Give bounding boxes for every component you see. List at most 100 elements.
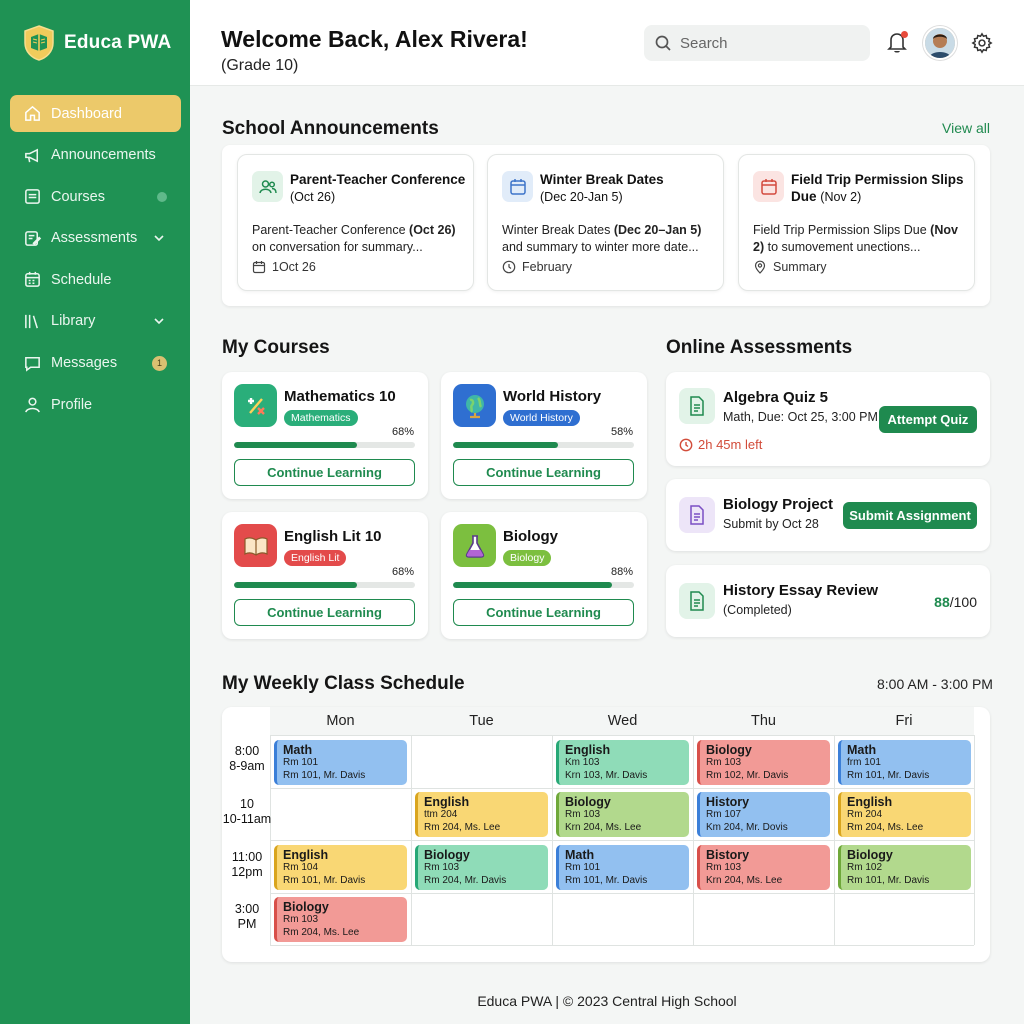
gear-icon[interactable] <box>971 32 993 54</box>
class-title: English <box>283 848 329 862</box>
day-header-wed: Wed <box>552 707 693 735</box>
course-card[interactable]: Mathematics 10 Mathematics 68% Continue … <box>222 372 428 499</box>
course-card[interactable]: World History World History 58% Continue… <box>441 372 647 499</box>
assessment-card[interactable]: Algebra Quiz 5 Math, Due: Oct 25, 3:00 P… <box>666 372 990 466</box>
class-block[interactable]: English ttm 204 Rm 204, Ms. Lee <box>415 792 548 837</box>
sidebar-item-dashboard[interactable]: Dashboard <box>10 95 181 132</box>
continue-learning-button[interactable]: Continue Learning <box>234 459 415 486</box>
announcement-card[interactable]: Field Trip Permission Slips Due (Nov 2) … <box>738 154 975 291</box>
class-block[interactable]: English Rm 104 Rm 101, Mr. Davis <box>274 845 407 890</box>
assessment-due: Math, Due: Oct 25, 3:00 PM <box>723 410 878 424</box>
announcement-body: Field Trip Permission Slips Due (Nov 2) … <box>753 223 958 254</box>
assessment-name: Biology Project <box>723 496 834 513</box>
class-block[interactable]: Biology Rm 103 Rm 204, Mr. Davis <box>415 845 548 890</box>
avatar[interactable] <box>923 26 957 60</box>
continue-learning-button[interactable]: Continue Learning <box>234 599 415 626</box>
progress-percent: 88% <box>610 566 633 578</box>
class-block[interactable]: Math frm 101 Rm 101, Mr. Davis <box>838 740 971 785</box>
class-title: English <box>424 795 470 809</box>
time-label: 11:00 12pm <box>231 850 263 879</box>
class-block[interactable]: English Rm 204 Rm 204, Ms. Lee <box>838 792 971 837</box>
app-name: Educa PWA <box>64 32 172 53</box>
search-input[interactable] <box>680 34 850 52</box>
class-room: Rm 103 <box>424 862 460 873</box>
search-box[interactable] <box>644 25 870 61</box>
shield-logo-icon <box>24 25 54 61</box>
class-title: Biology <box>847 848 893 862</box>
attempt-quiz-button[interactable]: Attempt Quiz <box>879 406 977 433</box>
assessment-name: Algebra Quiz 5 <box>723 389 829 406</box>
class-room: Rm 104 <box>283 862 319 873</box>
clock-icon <box>502 260 516 274</box>
sidebar-nav: Dashboard Announcements Courses Assessme… <box>10 95 181 428</box>
class-room: Rm 102 <box>847 862 883 873</box>
class-room: ttm 204 <box>424 809 458 820</box>
grade-label: (Grade 10) <box>221 57 299 74</box>
class-block[interactable]: Biology Rm 103 Rm 204, Ms. Lee <box>274 897 407 942</box>
assessment-due: Submit by Oct 28 <box>723 517 819 531</box>
class-detail: Krn 204, Ms. Lee <box>706 874 783 886</box>
sidebar-item-label: Announcements <box>51 147 156 164</box>
clock-icon <box>679 438 693 451</box>
brand[interactable]: Educa PWA <box>22 24 171 62</box>
course-name: Biology <box>503 528 558 545</box>
class-detail: Rm 204, Ms. Lee <box>424 821 501 833</box>
sidebar-item-assessments[interactable]: Assessments <box>10 220 181 257</box>
time-label: 10 10-11am <box>222 797 272 826</box>
day-header-tue: Tue <box>411 707 552 735</box>
sidebar: Educa PWA Dashboard Announcements Course… <box>0 0 190 1024</box>
home-icon <box>22 104 42 124</box>
megaphone-icon <box>22 145 42 165</box>
class-block[interactable]: English Km 103 Krn 103, Mr. Davis <box>556 740 689 785</box>
view-all-link[interactable]: View all <box>942 120 990 136</box>
announcement-title: Field Trip Permission Slips Due (Nov 2) <box>791 172 964 204</box>
sidebar-item-label: Profile <box>51 396 93 413</box>
progress-percent: 58% <box>610 426 633 438</box>
class-block[interactable]: Bistory Rm 103 Krn 204, Ms. Lee <box>697 845 830 890</box>
open-book-icon <box>234 524 277 567</box>
flask-icon <box>453 524 496 567</box>
chevron-down-icon[interactable] <box>153 315 165 327</box>
grid-line <box>270 840 974 841</box>
day-header-thu: Thu <box>693 707 834 735</box>
announcement-card[interactable]: Winter Break Dates (Dec 20-Jan 5) Winter … <box>487 154 724 291</box>
course-card[interactable]: English Lit 10 English Lit 68% Continue … <box>222 512 428 639</box>
sidebar-item-library[interactable]: Library <box>10 303 181 340</box>
course-name: Mathematics 10 <box>284 388 396 405</box>
sidebar-item-courses[interactable]: Courses <box>10 178 181 215</box>
assessments-title: Online Assessments <box>666 337 853 358</box>
class-room: Rm 204 <box>847 809 883 820</box>
sidebar-item-announcements[interactable]: Announcements <box>10 137 181 174</box>
class-block[interactable]: Biology Rm 102 Rm 101, Mr. Davis <box>838 845 971 890</box>
footer: Educa PWA | © 2023 Central High School <box>477 993 737 1009</box>
search-icon <box>655 35 671 51</box>
course-card[interactable]: Biology Biology 88% Continue Learning <box>441 512 647 639</box>
class-room: Rm 107 <box>706 809 742 820</box>
announcement-body: Parent-Teacher Conference (Oct 26) on co… <box>252 223 456 254</box>
assessment-card[interactable]: Biology Project Submit by Oct 28 Submit … <box>666 479 990 551</box>
assessment-card[interactable]: History Essay Review (Completed) 88/100 <box>666 565 990 637</box>
sidebar-item-label: Messages <box>51 355 118 372</box>
sidebar-item-messages[interactable]: Messages 1 <box>10 345 181 382</box>
course-name: English Lit 10 <box>284 528 382 545</box>
announcement-card[interactable]: Parent-Teacher Conference (Oct 26) Parent… <box>237 154 474 291</box>
progress-fill <box>453 442 558 448</box>
announcement-footer: February <box>502 260 572 274</box>
submit-assignment-button[interactable]: Submit Assignment <box>843 502 977 529</box>
progress-fill <box>234 442 358 448</box>
sidebar-item-profile[interactable]: Profile <box>10 386 181 423</box>
sidebar-item-label: Courses <box>51 188 105 205</box>
course-name: World History <box>503 388 602 405</box>
class-block[interactable]: Biology Rm 103 Krn 204, Ms. Lee <box>556 792 689 837</box>
class-block[interactable]: History Rm 107 Km 204, Mr. Dovis <box>697 792 830 837</box>
users-icon <box>252 171 283 202</box>
class-room: Rm 103 <box>706 862 742 873</box>
continue-learning-button[interactable]: Continue Learning <box>453 599 634 626</box>
sidebar-item-schedule[interactable]: Schedule <box>10 261 181 298</box>
chevron-down-icon[interactable] <box>153 232 165 244</box>
class-block[interactable]: Math Rm 101 Rm 101, Mr. Davis <box>556 845 689 890</box>
announcement-title: Winter Break Dates (Dec 20-Jan 5) <box>540 172 664 204</box>
continue-learning-button[interactable]: Continue Learning <box>453 459 634 486</box>
class-block[interactable]: Biology Rm 103 Rm 102, Mr. Davis <box>697 740 830 785</box>
class-block[interactable]: Math Rm 101 Rm 101, Mr. Davis <box>274 740 407 785</box>
